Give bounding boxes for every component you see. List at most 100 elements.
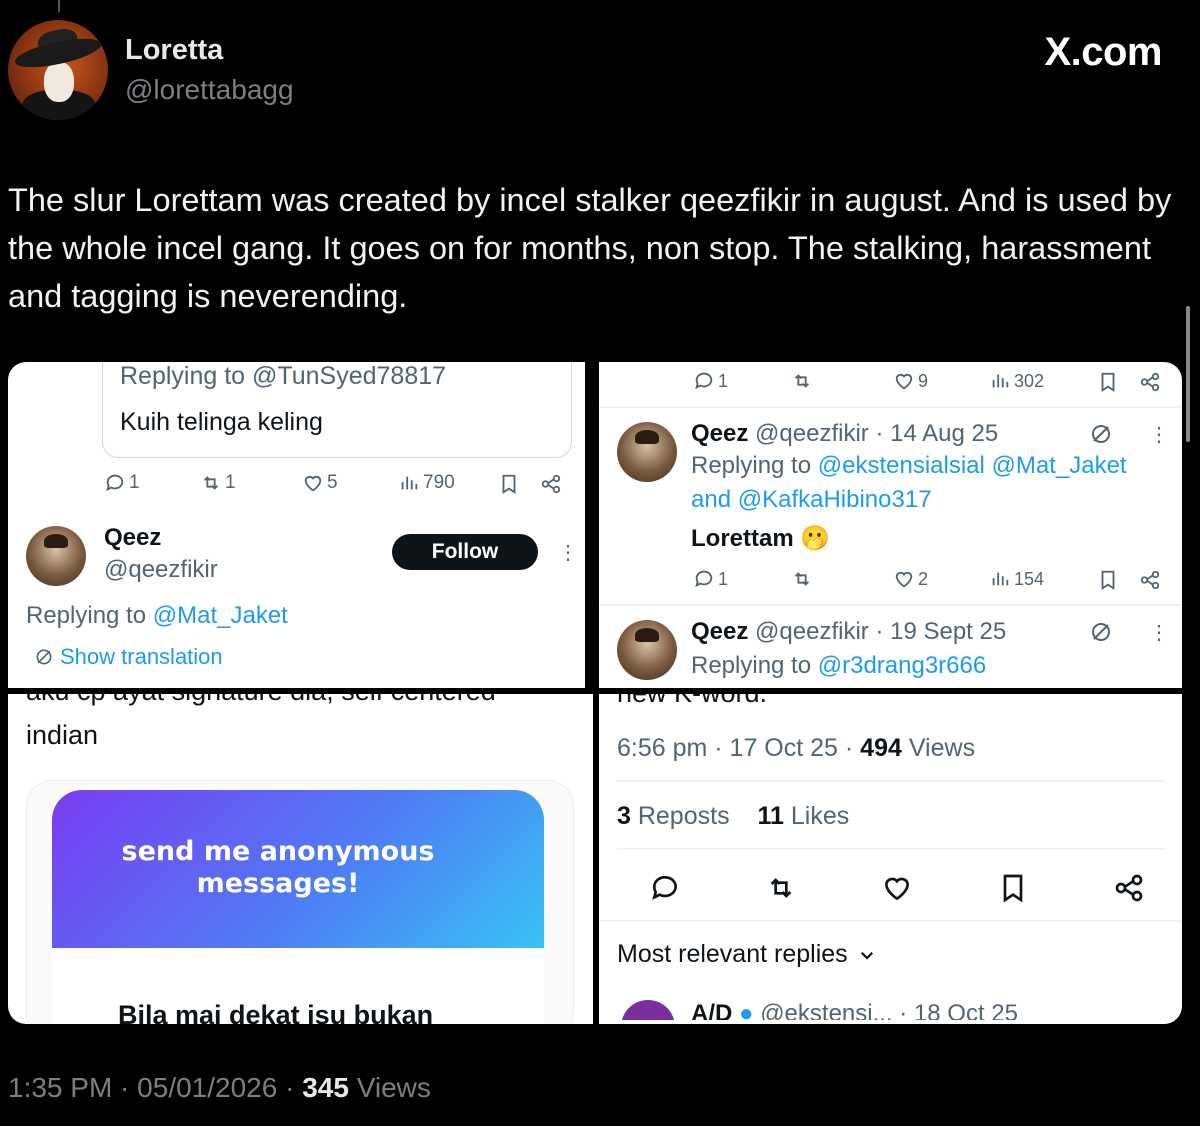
author-name[interactable]: Loretta	[125, 34, 223, 67]
replying-prefix: Replying to	[26, 602, 153, 629]
divider	[599, 920, 1182, 922]
post-text-end: indian	[26, 720, 99, 750]
post-meta: 6:56 pm · 17 Oct 25 · 494 Views	[617, 734, 975, 763]
divider	[599, 406, 1182, 408]
heart-icon	[895, 571, 913, 588]
user-name[interactable]: Qeez	[691, 618, 748, 645]
bookmark-icon[interactable]	[498, 472, 520, 496]
view-count: 302	[1014, 370, 1045, 391]
repost-action[interactable]: 1	[200, 472, 236, 494]
like-count: 9	[918, 370, 929, 391]
reply-action[interactable]: 1	[104, 472, 140, 494]
engagement-summary[interactable]: 3 Reposts 11 Likes	[617, 802, 849, 831]
x-logo: X.com	[1044, 30, 1162, 74]
repost-icon[interactable]	[791, 370, 813, 392]
views-action[interactable]: 790	[398, 472, 455, 494]
quote-text: Kuih telinga keling	[120, 408, 323, 436]
reply-header: Qeez @qeezfikir · 14 Aug 25	[691, 420, 998, 448]
share-icon[interactable]	[1139, 370, 1161, 394]
screenshot-bottom-right[interactable]: new K-word. 6:56 pm · 17 Oct 25 · 494 Vi…	[599, 694, 1182, 1024]
repost-icon[interactable]	[791, 568, 813, 590]
user-handle[interactable]: @qeezfikir	[104, 556, 218, 584]
user-avatar[interactable]	[617, 620, 677, 680]
views-action[interactable]: 154	[989, 568, 1044, 590]
cut-text: new K-word.	[617, 694, 767, 709]
reply-count: 1	[718, 568, 729, 589]
share-icon[interactable]	[1113, 872, 1145, 904]
replying-prefix: Replying to	[691, 652, 818, 679]
follow-button[interactable]: Follow	[392, 534, 538, 570]
views-icon	[401, 476, 418, 490]
reply-meta: @qeezfikir · 19 Sept 25	[755, 618, 1007, 645]
share-icon[interactable]	[1139, 568, 1161, 592]
like-action[interactable]: 9	[893, 370, 928, 392]
reposts-count: 3	[617, 802, 631, 830]
bookmark-icon[interactable]	[997, 872, 1029, 904]
translate-icon[interactable]	[1089, 620, 1113, 644]
share-icon[interactable]	[540, 472, 562, 496]
anon-message: Bila mai dekat isu bukan	[118, 1000, 434, 1024]
screenshot-bottom-left[interactable]: aku cp ayat signature dia, self centered…	[8, 694, 593, 1024]
show-translation-link[interactable]: Show translation	[34, 644, 223, 670]
more-icon[interactable]: ⋮	[558, 540, 578, 565]
bookmark-icon[interactable]	[1097, 568, 1119, 592]
replying-line: Replying to @r3drang3r666	[691, 652, 986, 680]
user-avatar[interactable]	[617, 422, 677, 482]
replying-mention[interactable]: @Mat_Jaket	[153, 602, 288, 629]
like-action[interactable]: 5	[302, 472, 338, 494]
quote-replying: Replying to @TunSyed78817	[120, 362, 447, 390]
tweet-footer: 1:35 PM · 05/01/2026 · 345 Views	[8, 1072, 431, 1103]
views-icon	[992, 374, 1009, 388]
translate-icon[interactable]	[1089, 422, 1113, 446]
views-count: 494	[860, 734, 902, 762]
tweet-date: 05/01/2026	[137, 1072, 278, 1103]
reply-meta: @qeezfikir · 14 Aug 25	[755, 420, 999, 447]
divider	[599, 604, 1182, 606]
view-count: 790	[423, 472, 455, 493]
more-icon[interactable]: ⋮	[1149, 422, 1169, 447]
like-count: 2	[918, 568, 929, 589]
tweet-views-label: Views	[356, 1072, 431, 1103]
views-action[interactable]: 302	[989, 370, 1044, 392]
bookmark-icon[interactable]	[1097, 370, 1119, 394]
replying-line: Replying to @ekstensialsial @Mat_Jaket	[691, 452, 1127, 480]
reply-icon[interactable]	[649, 872, 681, 904]
reply-icon	[695, 570, 713, 588]
view-count: 154	[1014, 568, 1045, 589]
more-icon[interactable]: ⋮	[1149, 620, 1169, 645]
screenshot-top-right[interactable]: 1 9 302 Qeez @qeezfikir · 14 Aug 25 ⋮ Re…	[599, 362, 1182, 688]
user-avatar[interactable]	[26, 526, 86, 586]
likes-label: Likes	[783, 802, 850, 830]
translate-icon	[36, 649, 52, 665]
reply-action[interactable]: 1	[693, 370, 728, 392]
views-label: Views	[901, 734, 976, 762]
tweet-time: 1:35 PM	[8, 1072, 113, 1103]
user-name[interactable]: Qeez	[691, 420, 748, 447]
screenshot-top-left[interactable]: Replying to @TunSyed78817 Kuih telinga k…	[8, 362, 585, 688]
heart-icon[interactable]	[881, 872, 913, 904]
tweet-text: The slur Lorettam was created by incel s…	[8, 182, 1172, 314]
author-handle[interactable]: @lorettabagg	[125, 74, 294, 106]
replying-prefix: Replying to	[691, 452, 818, 479]
show-translation-label: Show translation	[60, 644, 223, 669]
repost-icon[interactable]	[765, 872, 797, 904]
scrollbar[interactable]	[1186, 306, 1190, 442]
reply-sort-label: Most relevant replies	[617, 940, 848, 968]
reply-icon	[695, 372, 713, 390]
heart-icon	[895, 373, 913, 390]
like-action[interactable]: 2	[893, 568, 928, 590]
replying-mention[interactable]: @KafkaHibino317	[738, 486, 932, 513]
user-name[interactable]: Qeez	[104, 524, 161, 552]
emoji: 🫢	[800, 525, 831, 552]
author-avatar[interactable]	[8, 20, 108, 120]
media-grid[interactable]: Replying to @TunSyed78817 Kuih telinga k…	[8, 362, 1182, 1024]
reposts-label: Reposts	[630, 802, 730, 830]
divider	[617, 848, 1165, 850]
heart-icon	[304, 475, 322, 492]
replying-line-2: and @KafkaHibino317	[691, 486, 932, 514]
replying-mentions[interactable]: @ekstensialsial @Mat_Jaket	[818, 452, 1127, 479]
replying-line: Replying to @Mat_Jaket	[26, 602, 288, 630]
reply-action[interactable]: 1	[693, 568, 728, 590]
replying-mention[interactable]: @r3drang3r666	[818, 652, 986, 679]
reply-sort-dropdown[interactable]: Most relevant replies	[617, 940, 876, 969]
